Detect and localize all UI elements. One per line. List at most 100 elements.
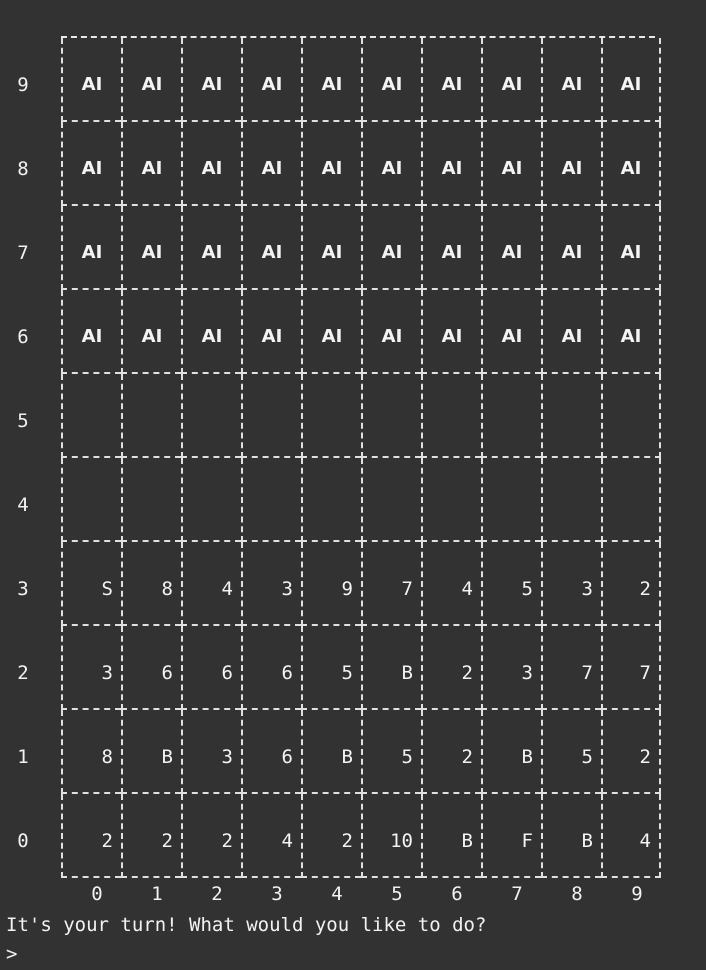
board-cell (601, 374, 661, 458)
column-label: 5 (391, 883, 403, 905)
player-piece: 6 (221, 662, 233, 684)
board-cell: AI (421, 290, 481, 374)
board-cell: 2 (421, 710, 481, 794)
board-cell: 10 (361, 794, 421, 878)
board-cell: AI (481, 122, 541, 206)
board-cell: B (121, 710, 181, 794)
player-piece: 2 (461, 662, 473, 684)
board-cell: 8 (61, 710, 121, 794)
player-piece: 3 (581, 578, 593, 600)
player-piece: 2 (341, 830, 353, 852)
board-cell: F (481, 794, 541, 878)
opponent-piece: AI (201, 326, 223, 347)
player-piece: F (521, 830, 533, 852)
player-piece: B (341, 746, 353, 768)
board-cell: AI (121, 290, 181, 374)
board-cell: 6 (241, 626, 301, 710)
opponent-piece: AI (321, 326, 343, 347)
board-cell: 2 (421, 626, 481, 710)
board-cell: AI (241, 122, 301, 206)
board-cell: 6 (241, 710, 301, 794)
column-label: 7 (511, 883, 523, 905)
board-cell (241, 374, 301, 458)
board-cell: AI (361, 290, 421, 374)
board-cell (541, 374, 601, 458)
board-cell: 9 (301, 542, 361, 626)
board-cell: 5 (301, 626, 361, 710)
board-cell: 7 (541, 626, 601, 710)
opponent-piece: AI (81, 158, 103, 179)
column-label: 0 (91, 883, 103, 905)
opponent-piece: AI (321, 242, 343, 263)
opponent-piece: AI (561, 326, 583, 347)
player-piece: 9 (341, 578, 353, 600)
board-cell (121, 458, 181, 542)
board-cell (61, 374, 121, 458)
opponent-piece: AI (141, 158, 163, 179)
board-cell: AI (541, 290, 601, 374)
board-cell: AI (301, 38, 361, 122)
row-label: 8 (17, 158, 29, 180)
board-cell: AI (181, 290, 241, 374)
opponent-piece: AI (381, 158, 403, 179)
board-cell: AI (601, 206, 661, 290)
board-cell: 2 (601, 710, 661, 794)
row-label: 5 (17, 410, 29, 432)
player-piece: 4 (461, 578, 473, 600)
opponent-piece: AI (441, 158, 463, 179)
board-cell: 2 (121, 794, 181, 878)
player-piece: B (461, 830, 473, 852)
player-piece: 5 (521, 578, 533, 600)
board-cell: 4 (181, 542, 241, 626)
board-cell: AI (121, 38, 181, 122)
board-cell: AI (361, 122, 421, 206)
column-label: 3 (271, 883, 283, 905)
board-cell (181, 458, 241, 542)
opponent-piece: AI (501, 242, 523, 263)
opponent-piece: AI (620, 158, 642, 179)
column-label: 6 (451, 883, 463, 905)
player-piece: 7 (639, 662, 651, 684)
board-cell: AI (481, 38, 541, 122)
board-cell (481, 458, 541, 542)
board-cell: 2 (301, 794, 361, 878)
board-cell: 6 (181, 626, 241, 710)
row-label: 7 (17, 242, 29, 264)
board-cell: AI (181, 38, 241, 122)
input-prompt-symbol: > (6, 943, 18, 965)
opponent-piece: AI (620, 242, 642, 263)
row-label: 6 (17, 326, 29, 348)
board-cell (121, 374, 181, 458)
player-piece: 2 (639, 578, 651, 600)
opponent-piece: AI (620, 326, 642, 347)
board-cell: 3 (181, 710, 241, 794)
player-piece: 2 (461, 746, 473, 768)
board-cell: 3 (241, 542, 301, 626)
player-piece: 10 (390, 830, 413, 852)
column-label: 1 (151, 883, 163, 905)
board-cell (481, 374, 541, 458)
opponent-piece: AI (620, 74, 642, 95)
board-cell: AI (421, 206, 481, 290)
player-piece: 3 (521, 662, 533, 684)
player-piece: S (101, 578, 113, 600)
player-piece: 6 (281, 662, 293, 684)
player-piece: 8 (161, 578, 173, 600)
board-cell: 3 (481, 626, 541, 710)
board-cell: 4 (241, 794, 301, 878)
player-piece: 8 (101, 746, 113, 768)
opponent-piece: AI (261, 158, 283, 179)
column-label: 2 (211, 883, 223, 905)
board-cell: AI (61, 122, 121, 206)
opponent-piece: AI (201, 158, 223, 179)
opponent-piece: AI (441, 242, 463, 263)
opponent-piece: AI (261, 74, 283, 95)
board-cell: AI (361, 38, 421, 122)
opponent-piece: AI (261, 242, 283, 263)
command-input-line[interactable]: > (6, 943, 17, 965)
column-label: 9 (631, 883, 643, 905)
board-cell: 7 (361, 542, 421, 626)
player-piece: 4 (221, 578, 233, 600)
board-cell (601, 458, 661, 542)
board-cell: AI (541, 38, 601, 122)
